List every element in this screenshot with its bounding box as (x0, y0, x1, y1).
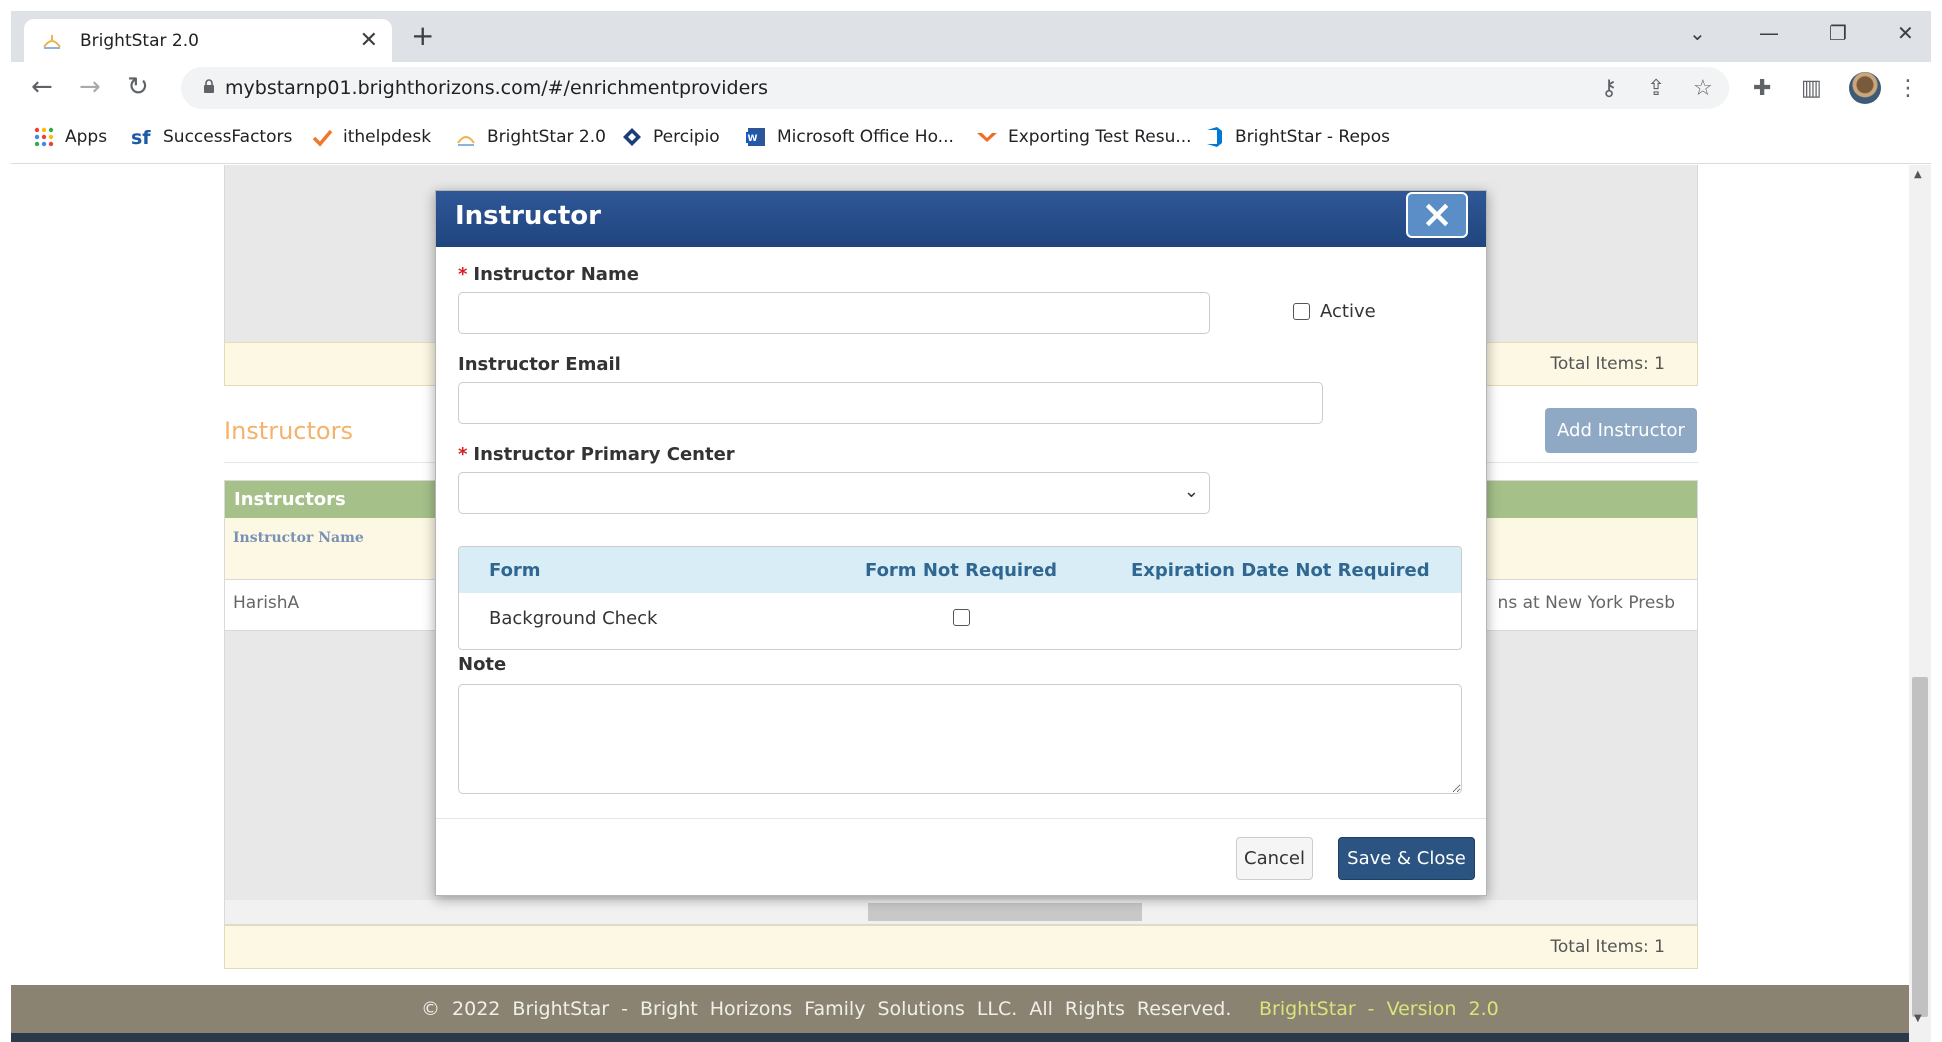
note-label: Note (458, 654, 507, 675)
bookmark-label: Microsoft Office Ho... (777, 127, 954, 147)
back-icon[interactable]: ← (31, 74, 53, 100)
bookmark-label: ithelpdesk (343, 127, 432, 147)
bookmark-exporting-test[interactable]: Exporting Test Resu... (976, 126, 1192, 148)
password-key-icon[interactable]: ⚷ (1601, 76, 1617, 101)
tab-strip: BrightStar 2.0 ✕ + ⌄ — ❐ ✕ (11, 11, 1931, 62)
scroll-down-arrow-icon[interactable]: ▼ (1914, 1013, 1922, 1024)
brightstar-icon (457, 136, 475, 146)
tab-title: BrightStar 2.0 (80, 31, 199, 51)
required-marker: * (458, 444, 468, 465)
primary-center-label: * Instructor Primary Center (458, 444, 735, 465)
chevron-down-icon: ⌄ (1183, 481, 1199, 502)
browser-toolbar: ← → ↻ mybstarnp01.brighthorizons.com/#/e… (11, 62, 1931, 116)
url-text: mybstarnp01.brighthorizons.com/#/enrichm… (225, 77, 769, 99)
address-bar[interactable]: mybstarnp01.brighthorizons.com/#/enrichm… (181, 67, 1729, 109)
footer-version: BrightStar - Version 2.0 (1259, 998, 1499, 1020)
required-marker: * (458, 264, 468, 285)
cancel-button[interactable]: Cancel (1236, 837, 1313, 880)
instructor-email-input[interactable] (458, 382, 1323, 424)
modal-close-icon[interactable]: × (1406, 192, 1468, 238)
active-label: Active (1320, 301, 1376, 322)
bookmarks-bar: Apps sf SuccessFactors ithelpdesk Bright… (11, 116, 1931, 164)
forms-table: Form Form Not Required Expiration Date N… (458, 546, 1462, 650)
restore-icon[interactable]: ❐ (1829, 21, 1847, 45)
bookmark-label: Exporting Test Resu... (1008, 127, 1192, 147)
footer-copyright: © 2022 BrightStar - Bright Horizons Fami… (421, 998, 1232, 1020)
active-checkbox[interactable] (1293, 303, 1310, 320)
bookmark-apps[interactable]: Apps (33, 126, 107, 148)
successfactors-icon: sf (131, 127, 151, 148)
reload-icon[interactable]: ↻ (127, 74, 149, 100)
tab-close-icon[interactable]: ✕ (360, 28, 378, 53)
bookmark-label: Percipio (653, 127, 720, 147)
bookmark-label: Apps (65, 127, 108, 147)
svg-text:W: W (748, 134, 758, 144)
browser-tab[interactable]: BrightStar 2.0 ✕ (24, 19, 392, 62)
apps-grid-icon (34, 127, 54, 147)
modal-footer-divider (436, 818, 1486, 819)
bookmark-percipio[interactable]: Percipio (621, 126, 720, 148)
bookmark-ithelpdesk[interactable]: ithelpdesk (311, 126, 431, 148)
minimize-icon[interactable]: — (1759, 21, 1779, 45)
brightstar-favicon-icon (43, 35, 61, 49)
new-tab-button[interactable]: + (411, 22, 434, 50)
menu-kebab-icon[interactable]: ⋮ (1897, 76, 1919, 101)
footer-bottom-strip (11, 1033, 1909, 1042)
tab-search-chevron-icon[interactable]: ⌄ (1689, 21, 1706, 45)
svg-text:sf: sf (131, 127, 151, 148)
instructor-email-label: Instructor Email (458, 354, 621, 375)
exporting-icon (977, 133, 997, 142)
forward-icon[interactable]: → (79, 74, 101, 100)
page-footer: © 2022 BrightStar - Bright Horizons Fami… (11, 985, 1909, 1042)
lock-icon (204, 79, 214, 93)
bookmark-label: SuccessFactors (163, 127, 293, 147)
page-vertical-scrollbar[interactable]: ▲ ▼ (1909, 165, 1931, 1042)
bookmark-label: BrightStar - Repos (1235, 127, 1390, 147)
bookmark-brightstar-repos[interactable]: BrightStar - Repos (1203, 126, 1390, 148)
profile-avatar[interactable] (1849, 72, 1881, 104)
form-not-required-checkbox[interactable] (953, 609, 970, 626)
instructor-name-label: * Instructor Name (458, 264, 639, 285)
bookmark-successfactors[interactable]: sf SuccessFactors (131, 126, 292, 148)
azure-repos-icon (1207, 127, 1222, 147)
modal-header: Instructor (436, 191, 1486, 247)
window-close-icon[interactable]: ✕ (1897, 21, 1914, 45)
scrollbar-thumb[interactable] (1912, 677, 1928, 1017)
primary-center-select[interactable]: ⌄ (458, 472, 1210, 514)
column-header-form: Form (489, 560, 541, 581)
side-panel-icon[interactable]: ▥ (1801, 76, 1822, 101)
extensions-icon[interactable]: ✚ (1753, 76, 1771, 101)
page-viewport: Total Items: 1 Instructors Add Instructo… (11, 165, 1909, 1042)
word-icon: W (746, 128, 765, 146)
column-header-expiration-not-required: Expiration Date Not Required (1131, 560, 1430, 581)
cell-form-name: Background Check (489, 608, 658, 629)
note-textarea[interactable] (458, 684, 1462, 794)
scroll-up-arrow-icon[interactable]: ▲ (1914, 169, 1922, 180)
percipio-icon (623, 128, 641, 146)
share-icon[interactable]: ⇪ (1647, 76, 1665, 101)
bookmark-brightstar[interactable]: BrightStar 2.0 (455, 126, 606, 148)
bookmark-star-icon[interactable]: ☆ (1693, 76, 1713, 101)
instructor-name-input[interactable] (458, 292, 1210, 334)
modal-title: Instructor (455, 201, 601, 231)
column-header-form-not-required: Form Not Required (865, 560, 1058, 581)
bookmark-microsoft-office[interactable]: W Microsoft Office Ho... (745, 126, 954, 148)
save-close-button[interactable]: Save & Close (1338, 837, 1475, 880)
forms-table-header: Form Form Not Required Expiration Date N… (459, 547, 1461, 593)
bookmark-label: BrightStar 2.0 (487, 127, 606, 147)
instructor-modal: Instructor × * Instructor Name Active Ins… (435, 190, 1487, 896)
browser-window: BrightStar 2.0 ✕ + ⌄ — ❐ ✕ ← → ↻ mybstar… (0, 0, 1942, 1042)
checkmark-icon (312, 129, 333, 147)
